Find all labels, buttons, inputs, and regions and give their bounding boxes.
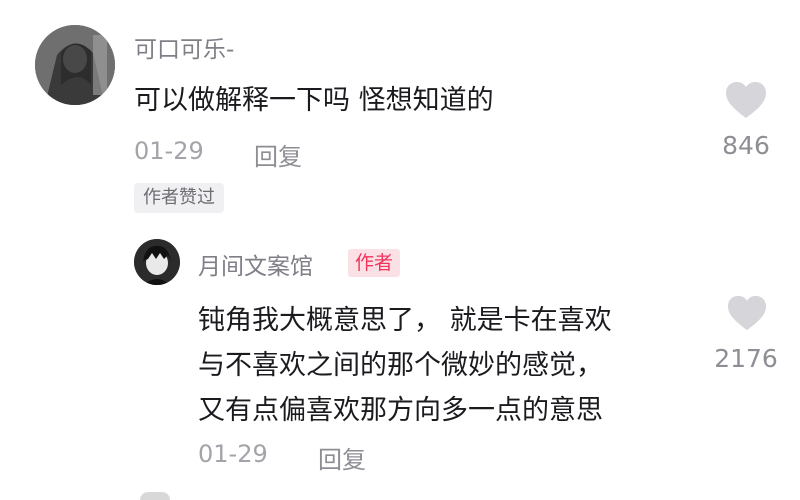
avatar-image (134, 239, 180, 285)
comment-text-line: 又有点偏喜欢那方向多一点的意思 (198, 395, 603, 426)
avatar[interactable] (35, 25, 115, 105)
comment-text: 钝角我大概意思了， 就是卡在喜欢 与不喜欢之间的那个微妙的感觉， 又有点偏喜欢那… (198, 298, 612, 433)
comment-text-line: 与不喜欢之间的那个微妙的感觉， (198, 350, 603, 381)
heart-icon[interactable] (724, 80, 768, 120)
heart-icon[interactable] (726, 294, 768, 332)
comment-date: 01-29 (134, 137, 204, 165)
like-count: 2176 (714, 344, 778, 373)
avatar[interactable] (134, 239, 180, 285)
avatar-image (35, 25, 115, 105)
author-badge: 作者 (348, 249, 401, 277)
next-comment-avatar-peek (140, 492, 170, 500)
author-liked-tag: 作者赞过 (134, 183, 224, 213)
comment-username[interactable]: 可口可乐- (134, 30, 234, 64)
reply-button[interactable]: 回复 (254, 137, 302, 172)
comment-text-line: 钝角我大概意思了， 就是卡在喜欢 (198, 305, 612, 336)
comment-date: 01-29 (198, 440, 268, 468)
reply-button[interactable]: 回复 (318, 440, 366, 475)
like-count: 846 (722, 131, 770, 160)
comment-text: 可以做解释一下吗 怪想知道的 (134, 85, 494, 116)
comment-username[interactable]: 月间文案馆 (198, 247, 313, 281)
